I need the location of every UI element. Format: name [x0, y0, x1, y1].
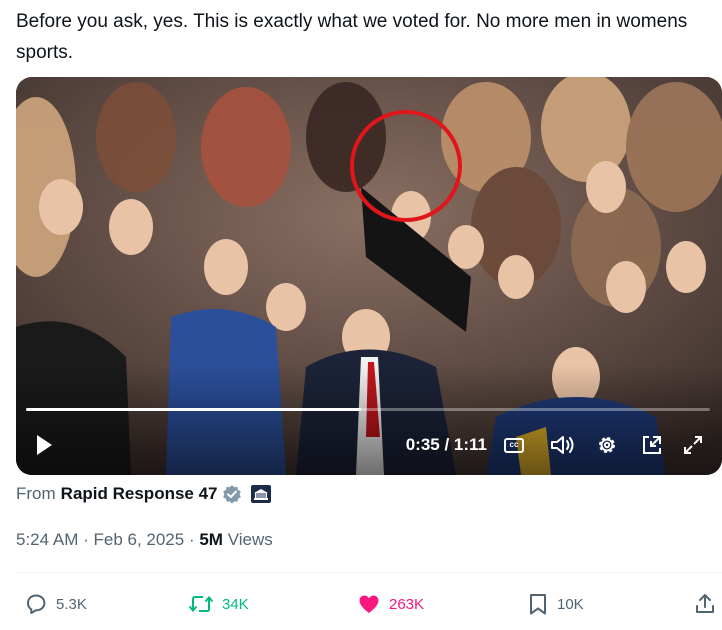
video-source: From Rapid Response 47 [16, 483, 272, 505]
meta-separator: · [78, 530, 94, 549]
reply-button[interactable]: 5.3K [24, 590, 87, 618]
bookmark-count: 10K [557, 595, 584, 613]
tweet-meta: 5:24 AM · Feb 6, 2025 · 5M Views [16, 529, 273, 551]
from-prefix: From [16, 484, 56, 503]
share-icon [696, 594, 714, 613]
fullscreen-button[interactable] [680, 431, 706, 459]
tweet-time[interactable]: 5:24 AM [16, 530, 78, 549]
settings-button[interactable] [594, 431, 620, 459]
like-button[interactable]: 263K [357, 590, 424, 618]
repost-count: 34K [222, 595, 249, 613]
video-progress-fill [26, 408, 362, 411]
tweet-text: Before you ask, yes. This is exactly wha… [16, 11, 688, 63]
play-button[interactable] [32, 431, 56, 459]
captions-icon: cc [504, 437, 524, 453]
captions-button[interactable]: cc [502, 431, 526, 459]
repost-button[interactable]: 34K [188, 590, 249, 618]
reply-icon [27, 594, 46, 614]
repost-icon [188, 595, 214, 613]
share-button[interactable] [694, 590, 716, 618]
reply-count: 5.3K [56, 595, 87, 613]
pip-icon [643, 436, 661, 454]
source-name-link[interactable]: Rapid Response 47 [61, 483, 218, 505]
heart-icon [359, 595, 379, 613]
video-player[interactable]: 0:35 / 1:11 cc [16, 77, 722, 475]
white-house-logo-icon [250, 484, 272, 504]
tweet-date[interactable]: Feb 6, 2025 [93, 530, 184, 549]
views-count: 5M [199, 530, 223, 549]
bookmark-icon [530, 594, 546, 615]
video-progress-bar[interactable] [26, 408, 710, 411]
volume-icon [551, 436, 574, 454]
like-count: 263K [389, 595, 425, 613]
bookmark-button[interactable]: 10K [527, 590, 584, 618]
volume-button[interactable] [549, 431, 577, 459]
divider [16, 572, 722, 573]
meta-separator: · [184, 530, 200, 549]
views-label: Views [222, 530, 273, 549]
video-time: 0:35 / 1:11 [405, 435, 487, 454]
settings-icon [599, 437, 615, 453]
play-icon [37, 435, 52, 455]
verified-badge-icon [222, 484, 242, 504]
video-controls: 0:35 / 1:11 cc [16, 415, 722, 475]
pip-button[interactable] [639, 431, 665, 459]
tweet-actions: 5.3K 34K 263K 10K [0, 590, 722, 618]
fullscreen-icon [684, 436, 702, 454]
